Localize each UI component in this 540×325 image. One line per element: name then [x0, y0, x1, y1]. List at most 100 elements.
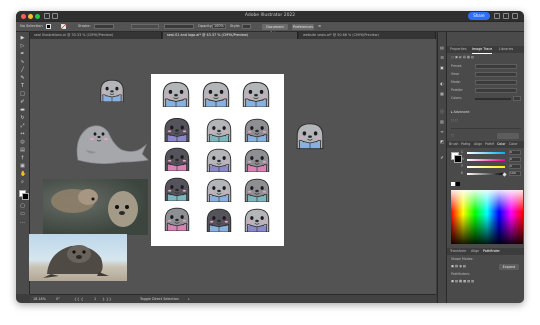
seal-photo-underwater[interactable] [43, 179, 148, 235]
artboard-nav-prev-icon[interactable]: ❮❮ ❮ [74, 295, 84, 303]
panel-toggle-icon[interactable] [512, 13, 518, 19]
channel-m-field[interactable]: 0 [509, 157, 521, 162]
stroke-color-icon[interactable] [22, 193, 29, 200]
mode-select[interactable] [475, 80, 517, 85]
tab-transform[interactable]: Transform [450, 248, 466, 255]
status-arrow-icon[interactable]: ▸ [188, 295, 190, 303]
screen-mode-icon[interactable]: ▭ [20, 212, 25, 217]
colors-slider[interactable] [475, 98, 511, 100]
hand-tool-icon[interactable]: ✋ [20, 172, 26, 177]
pathfinders-label: Pathfinders: [451, 272, 471, 276]
tab-align-bottom[interactable]: Align [471, 248, 479, 255]
scale-tool-icon[interactable]: ⤢ [20, 124, 25, 129]
swatches-dock-icon[interactable]: ▦ [440, 92, 444, 96]
tab-properties[interactable]: Properties [450, 46, 467, 53]
tab-pathfinder[interactable]: Pathfinder [483, 248, 500, 255]
artboard-nav-next-icon[interactable]: ❯ ❯❯ [102, 295, 112, 303]
graphic-style-picker[interactable] [242, 24, 251, 29]
tab-pathfi[interactable]: Pathfi [485, 141, 494, 148]
align-dock-icon[interactable]: ≡ [440, 130, 444, 134]
pencil-tool-icon[interactable]: ✎ [20, 76, 25, 81]
brush-tool-icon[interactable]: ✐ [20, 100, 25, 105]
preferences-button[interactable]: Preferences [292, 23, 314, 30]
gradient-tool-icon[interactable]: ▤ [20, 148, 25, 153]
seal-photo-underwater-art [51, 189, 138, 227]
trace-preset-icons[interactable]: □ ▣ ◐ ▤ ▦ ▧ [451, 55, 474, 60]
channel-c-field[interactable]: 0 [509, 150, 521, 155]
variable-width-profile[interactable] [131, 24, 159, 29]
tab-website-seals[interactable]: website seals.ai* @ 50.66 % (CMYK/Previe… [299, 32, 436, 39]
view-select[interactable] [475, 72, 517, 77]
document-setup-button[interactable]: Document Setup [262, 23, 288, 35]
stroke-swatch[interactable] [61, 24, 66, 29]
color-dock-icon[interactable]: ◐ [440, 82, 444, 86]
tab-libraries[interactable]: Libraries [499, 46, 513, 53]
white-swatch[interactable] [451, 182, 455, 186]
workspace-icon[interactable] [503, 13, 509, 19]
pathfinder-dock-icon[interactable]: ◩ [440, 140, 444, 144]
properties-dock-icon[interactable]: ▤ [440, 46, 444, 50]
rotate-tool-icon[interactable]: ↻ [20, 116, 25, 121]
zoom-tool-icon[interactable]: ⌕ [20, 180, 25, 185]
palette-select[interactable] [475, 88, 517, 93]
tab-color-guide[interactable]: Color [509, 141, 518, 148]
search-icon[interactable] [494, 13, 500, 19]
channel-y-field[interactable]: 0 [509, 164, 521, 169]
color-spectrum[interactable] [451, 190, 523, 244]
advanced-toggle[interactable]: ▸ Advanced [451, 110, 469, 115]
tab-pathg[interactable]: Pathg [461, 141, 470, 148]
channel-k-slider[interactable] [467, 173, 505, 175]
black-swatch[interactable] [456, 182, 460, 186]
tab-align[interactable]: Align [474, 141, 482, 148]
eraser-tool-icon[interactable]: ▬ [20, 108, 25, 113]
tab-color[interactable]: Color [497, 141, 506, 148]
draw-mode-icon[interactable]: ▢ [20, 204, 25, 209]
preview-checkbox[interactable]: □ [451, 133, 454, 138]
edit-toolbar-icon[interactable]: … [20, 220, 25, 225]
channel-y-slider[interactable] [467, 166, 505, 168]
channel-k-field[interactable]: 100 [509, 171, 521, 176]
artboard-number[interactable]: 1 [94, 295, 96, 303]
stroke-weight-field[interactable] [94, 24, 114, 29]
direct-selection-tool-icon[interactable]: ▷ [20, 44, 25, 49]
artboard-tool-icon[interactable]: ▣ [20, 164, 25, 169]
info-dock-icon[interactable]: ⓘ [440, 110, 444, 114]
selection-tool-icon[interactable]: ▶ [20, 36, 25, 41]
eyedropper-tool-icon[interactable]: † [20, 156, 25, 161]
tab-image-trace[interactable]: Image Trace [472, 46, 493, 54]
libraries-dock-icon[interactable]: ▣ [440, 66, 444, 70]
control-bar: No Selection Stroke: Opacity: 100% Style… [16, 22, 524, 35]
expand-button[interactable]: Expand [499, 264, 519, 270]
status-tool: Toggle Direct Selection [140, 297, 179, 301]
brush-definition-field[interactable] [164, 24, 194, 29]
width-tool-icon[interactable]: ↔ [20, 132, 25, 137]
rectangle-tool-icon[interactable]: □ [20, 92, 25, 97]
shape-mode-icons[interactable]: ▣ ▤ ◑ ▧ [451, 264, 466, 269]
align-options-icon[interactable]: ≡ [318, 22, 321, 31]
pen-tool-icon[interactable]: ✒ [20, 52, 25, 57]
trace-button[interactable] [497, 133, 519, 139]
share-button[interactable]: Share [468, 12, 490, 20]
colors-value-field[interactable] [513, 96, 521, 101]
channel-k-knob[interactable] [502, 172, 507, 177]
type-tool-icon[interactable]: T [20, 84, 25, 89]
fill-swatch[interactable] [46, 24, 51, 29]
brushes-dock-icon[interactable]: ✐ [440, 156, 444, 160]
line-tool-icon[interactable]: ╱ [20, 68, 25, 73]
pathfinder-icons[interactable]: ▣ ▨ ▦ ▩ ▧ ▥ [451, 279, 474, 284]
curvature-tool-icon[interactable]: ∿ [20, 60, 25, 65]
tab-seal-illustrations[interactable]: seal Illustrations.ai @ 33.33 % (CMYK/Pr… [30, 32, 162, 39]
tab-brush[interactable]: Brush [449, 141, 459, 148]
transform-dock-icon[interactable]: ▧ [440, 120, 444, 124]
shape-builder-tool-icon[interactable]: ◎ [20, 140, 25, 145]
document-tabs: seal Illustrations.ai @ 33.33 % (CMYK/Pr… [30, 32, 436, 39]
seal-photo-beach[interactable] [29, 234, 127, 281]
rotation-angle[interactable]: 0° [56, 295, 60, 303]
opacity-field[interactable]: 100% [212, 24, 226, 29]
channel-c-slider[interactable] [467, 152, 505, 154]
zoom-level[interactable]: 18.18% [33, 295, 46, 303]
channel-m-slider[interactable] [467, 159, 505, 161]
preset-select[interactable] [475, 64, 517, 69]
layers-dock-icon[interactable]: ☰ [440, 56, 444, 60]
tab-seal-logo[interactable]: seal-01 and logo.ai* @ 43.37 % (CMYK/Pre… [163, 32, 298, 39]
